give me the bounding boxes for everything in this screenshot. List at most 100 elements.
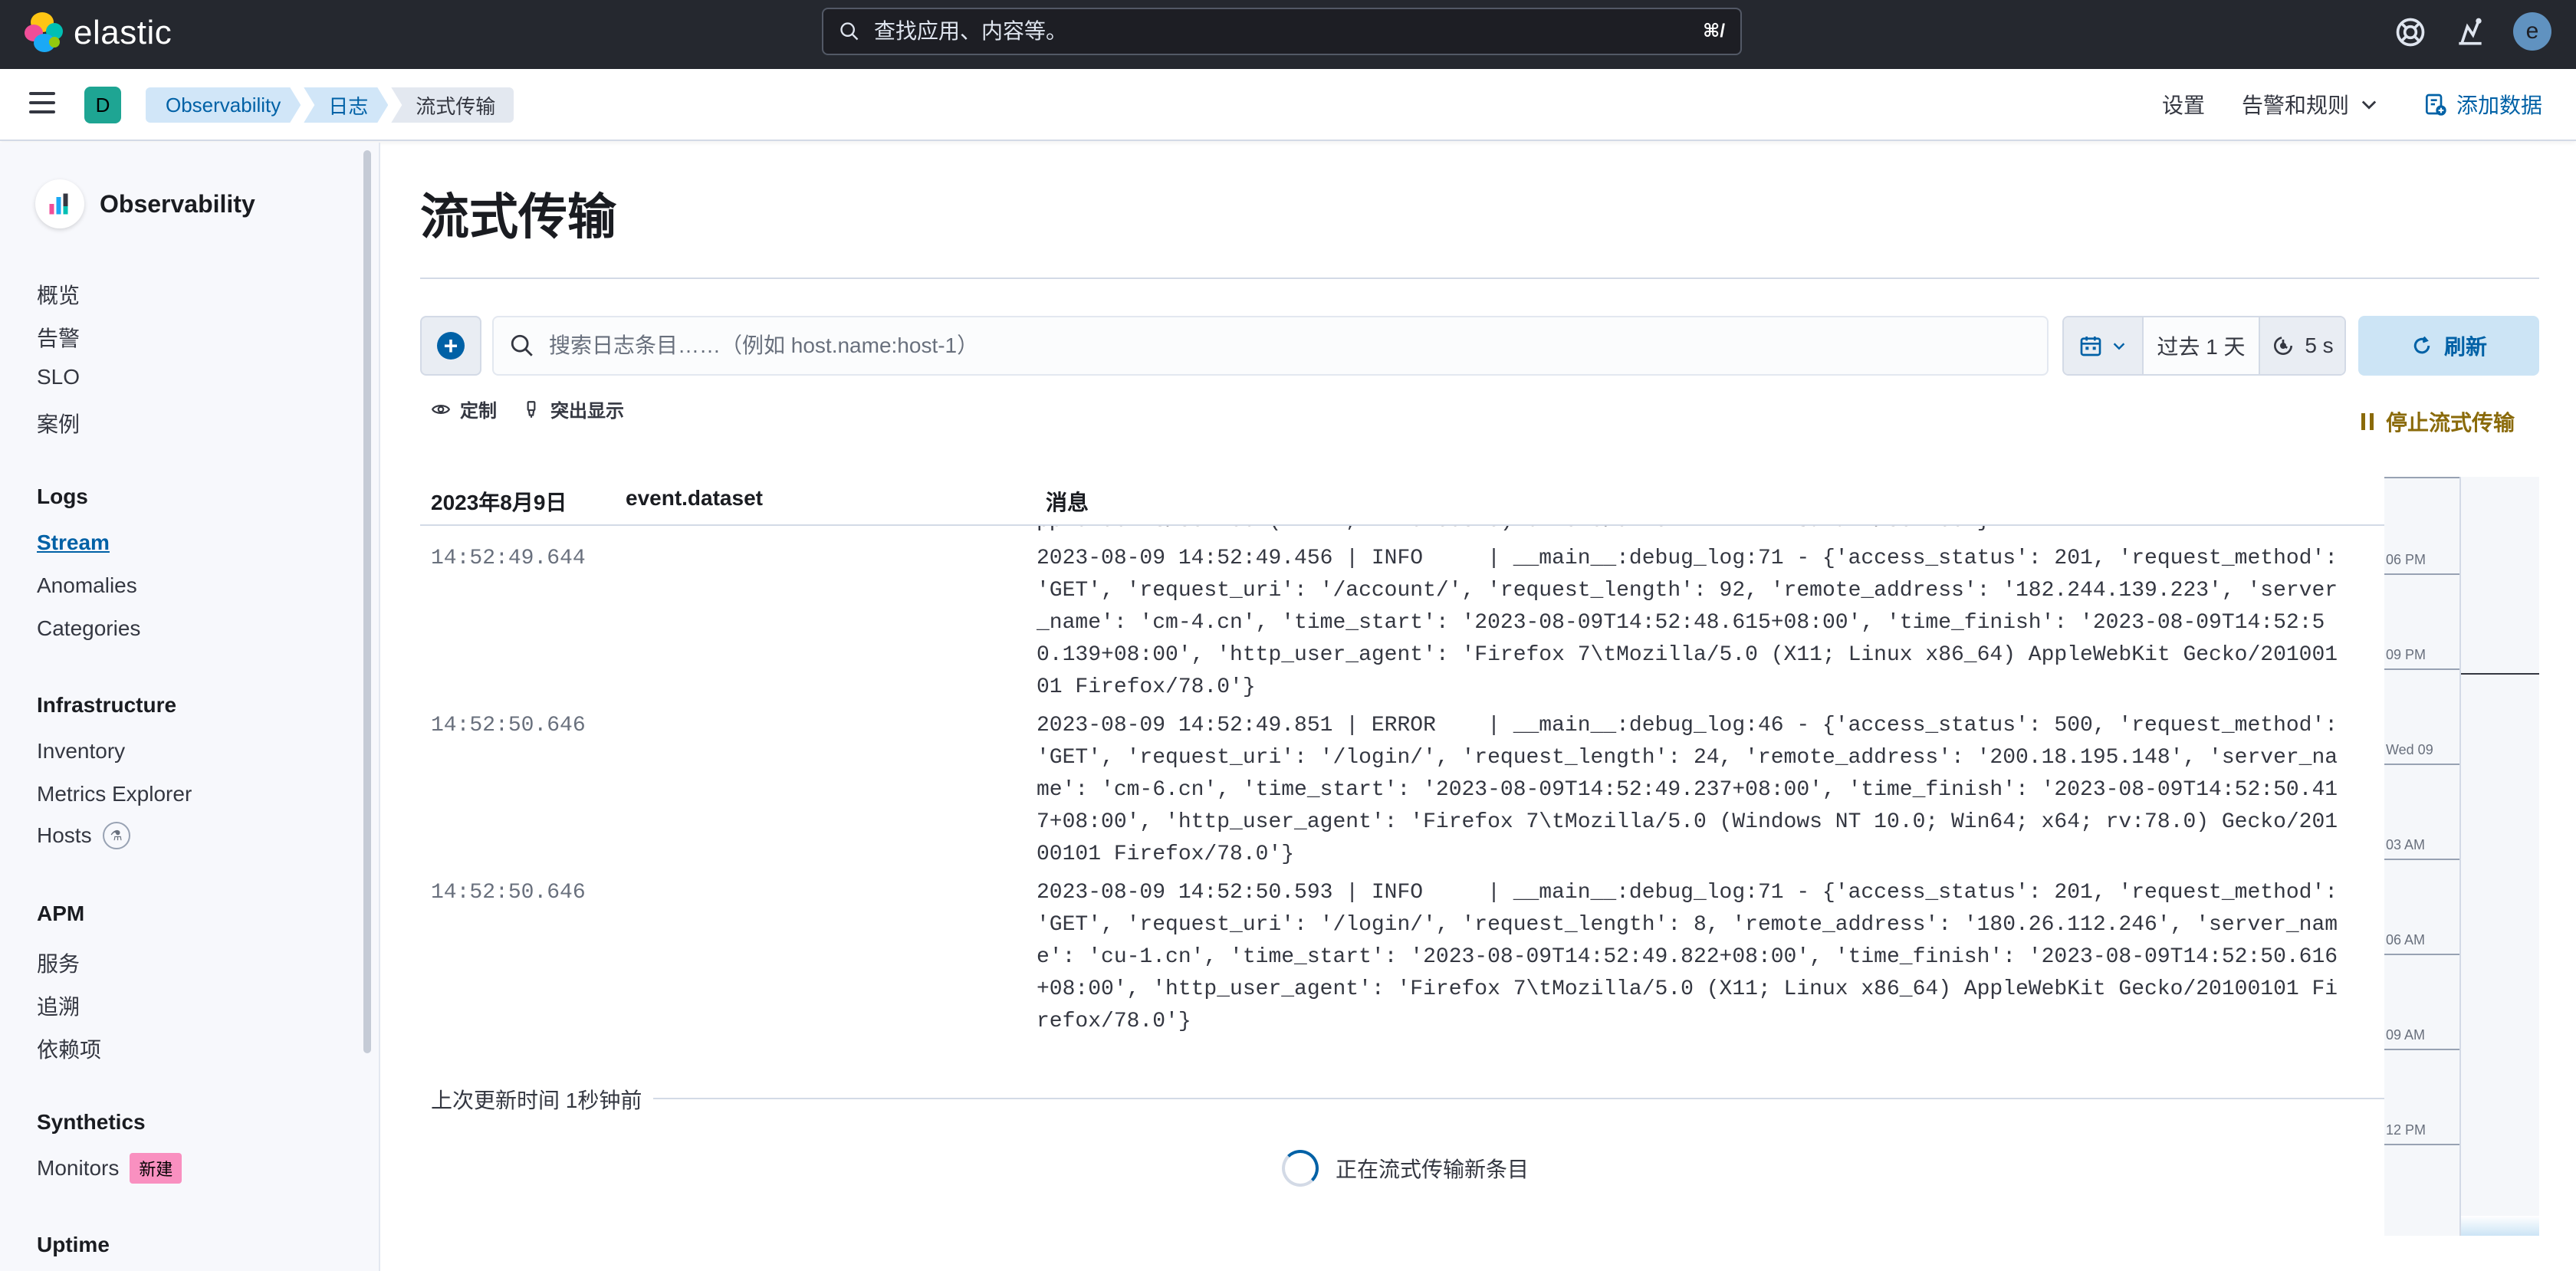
sidebar-scrollbar[interactable] [363,150,371,1053]
log-search-input[interactable] [549,333,2006,358]
sidebar-item-cases[interactable]: 案例 [37,408,80,438]
pause-icon [2361,413,2374,430]
auto-refresh-icon [2274,337,2293,355]
streaming-indicator: 正在流式传输新条目 [1282,1150,1529,1187]
sidebar-item-slo[interactable]: SLO [37,365,80,389]
chevron-down-icon [2361,100,2377,110]
column-header-date: 2023年8月9日 [431,491,567,514]
log-timestamp: 14:52:49.644 [431,547,586,570]
alerts-label: 告警和规则 [2242,94,2350,117]
sidebar-item-alerts[interactable]: 告警 [37,322,80,353]
nav-group-apm: APM [37,902,85,925]
new-badge: 新建 [130,1153,182,1184]
customize-button[interactable]: 定制 [431,396,497,422]
highlighter-icon [527,400,536,418]
beta-flask-icon: ⚗ [102,822,130,849]
refresh-icon [2413,336,2430,354]
log-message: 2023-08-09 14:52:50.593 | INFO | __main_… [1037,881,2351,1033]
settings-label: 设置 [2162,94,2206,117]
sidebar-item-metrics-explorer[interactable]: Metrics Explorer [37,782,192,806]
sidebar-title: Observability [100,189,255,218]
column-header-message: 消息 [1046,491,1089,514]
log-row-partial: ppleWebKit/537.36 (KHTML, like Gecko) Ch… [1037,526,1990,533]
log-stream[interactable]: ppleWebKit/537.36 (KHTML, like Gecko) Ch… [420,526,2384,1055]
nav-group-logs: Logs [37,484,88,508]
sidebar-item-overview[interactable]: 概览 [37,279,80,310]
log-message: 2023-08-09 14:52:49.851 | ERROR | __main… [1037,714,2351,866]
top-header: elastic ⌘/ e [0,0,2576,69]
refresh-interval-value: 5 s [2305,333,2334,357]
refresh-interval-button[interactable]: 5 s [2259,317,2344,374]
nav-group-uptime: Uptime [37,1233,110,1256]
sidebar-item-hosts[interactable]: Hosts ⚗ [37,822,130,849]
time-range-value[interactable]: 过去 1 天 [2144,317,2259,374]
space-avatar[interactable]: D [84,87,121,123]
highlight-button[interactable]: 突出显示 [521,396,624,422]
side-nav: Observability 概览 告警 SLO 案例 Logs Stream A… [0,143,380,1271]
breadcrumb-logs[interactable]: 日志 [304,87,388,123]
calendar-icon [2080,337,2101,356]
sidebar-header: Observability [35,179,255,228]
log-message: 2023-08-09 14:52:49.456 | INFO | __main_… [1037,547,2351,699]
sidebar-item-inventory[interactable]: Inventory [37,739,125,764]
refresh-label: 刷新 [2443,335,2487,359]
sidebar-item-categories[interactable]: Categories [37,616,140,641]
add-filter-button[interactable]: + [420,316,481,376]
streaming-label: 正在流式传输新条目 [1336,1158,1530,1181]
elastic-logo[interactable]: elastic [23,11,172,55]
add-data-label: 添加数据 [2456,94,2543,117]
help-icon[interactable] [2394,15,2427,49]
loading-spinner-icon [1282,1150,1319,1187]
log-timestamp: 14:52:50.646 [431,881,586,905]
breadcrumb-observability[interactable]: Observability [146,87,301,123]
menu-toggle-icon[interactable] [29,92,55,115]
chevron-down-icon [2113,343,2125,350]
last-updated-text: 上次更新时间 1秒钟前 [431,1089,642,1112]
sidebar-item-services[interactable]: 服务 [37,948,80,978]
search-icon [511,334,533,356]
sidebar-item-stream[interactable]: Stream [37,530,110,555]
log-search-bar[interactable] [492,316,2049,376]
add-data-icon [2426,94,2446,116]
log-timestamp: 14:52:50.646 [431,714,586,737]
log-minimap[interactable]: 06 PM 09 PM Wed 09 03 AM 06 AM 09 AM 12 … [2384,477,2539,1236]
logo-text: elastic [74,14,172,51]
sidebar-item-anomalies[interactable]: Anomalies [37,573,137,598]
minimap-divider [2459,477,2461,1236]
time-picker: 过去 1 天 5 s [2062,316,2346,376]
sidebar-item-dependencies[interactable]: 依赖项 [37,1033,101,1064]
sub-header: D Observability 日志 流式传输 设置 告警和规则 添加数据 [0,69,2576,141]
search-icon [840,22,859,41]
eye-icon [431,404,451,414]
minimap-position-marker[interactable] [2461,673,2539,675]
newsfeed-icon[interactable] [2453,15,2487,49]
customize-label: 定制 [460,401,497,422]
stop-streaming-label: 停止流式传输 [2386,411,2515,435]
add-data-button[interactable]: 添加数据 [2423,89,2542,120]
sidebar-item-hosts-label: Hosts [37,823,92,847]
alerts-rules-menu[interactable]: 告警和规则 [2242,89,2380,120]
nav-group-infrastructure: Infrastructure [37,693,177,717]
plus-icon: + [437,332,465,360]
column-header-dataset: event.dataset [626,486,763,510]
sidebar-item-monitors-label: Monitors [37,1156,120,1180]
title-divider [420,278,2539,279]
settings-link[interactable]: 设置 [2162,89,2205,120]
highlight-label: 突出显示 [550,401,624,422]
user-avatar[interactable]: e [2513,12,2551,51]
quick-select-button[interactable] [2064,317,2144,374]
breadcrumb: Observability 日志 流式传输 [146,87,517,123]
observability-logo-icon [35,179,84,228]
sidebar-item-monitors[interactable]: Monitors 新建 [37,1153,182,1184]
search-shortcut: ⌘/ [1703,21,1725,41]
minimap-live-region [2461,1216,2539,1236]
sidebar-item-traces[interactable]: 追溯 [37,990,80,1021]
last-updated-divider [653,1098,2384,1099]
minimap-top-line [2384,477,2459,478]
nav-group-synthetics: Synthetics [37,1110,146,1134]
global-search-input[interactable] [874,19,1641,44]
global-search[interactable]: ⌘/ [822,8,1742,55]
refresh-button[interactable]: 刷新 [2358,316,2539,376]
elastic-logo-icon [23,11,64,55]
stop-streaming-button[interactable]: 停止流式传输 [2361,406,2515,437]
